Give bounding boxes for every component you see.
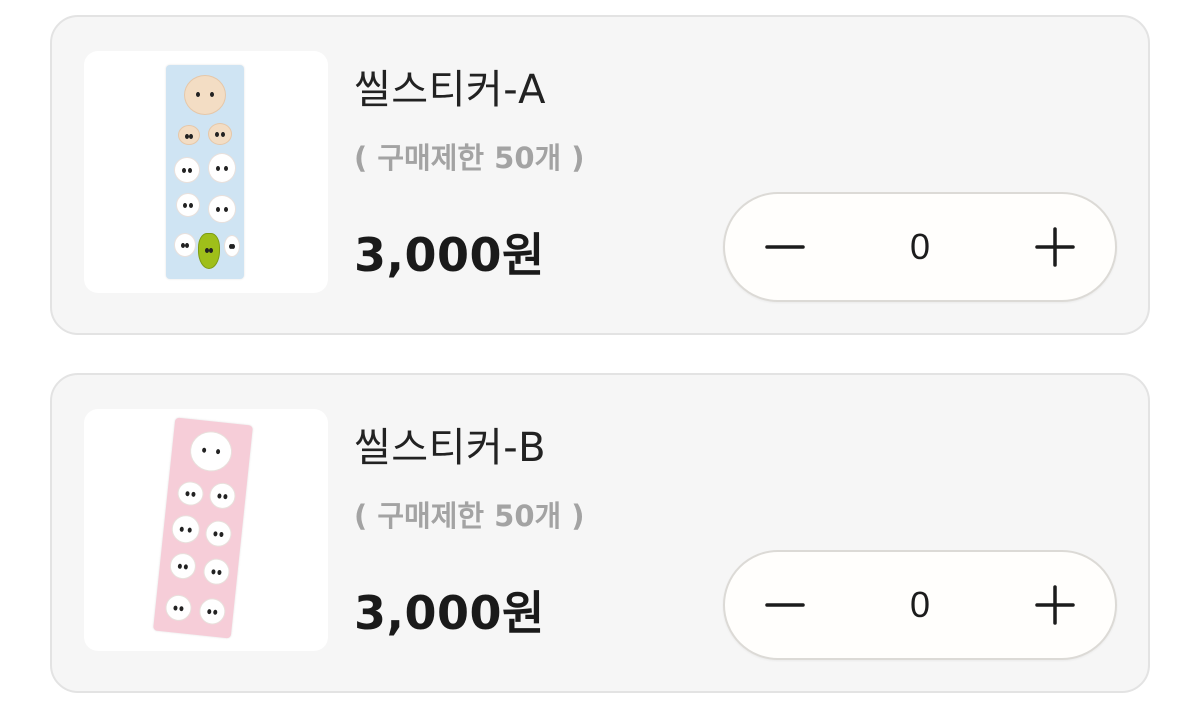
product-thumbnail[interactable]: [84, 409, 328, 651]
product-name: 씰스티커-B: [354, 425, 547, 471]
quantity-value[interactable]: 0: [855, 552, 985, 658]
minus-icon: [765, 603, 805, 607]
decrement-button[interactable]: [725, 552, 845, 658]
plus-icon: [1035, 227, 1075, 267]
sticker-sheet-image: [153, 417, 253, 639]
purchase-limit: ( 구매제한 50개 ): [354, 499, 585, 533]
minus-icon: [765, 245, 805, 249]
quantity-stepper: 0: [723, 192, 1117, 302]
decrement-button[interactable]: [725, 194, 845, 300]
product-price: 3,000원: [354, 586, 545, 640]
product-thumbnail[interactable]: [84, 51, 328, 293]
product-card: 씰스티커-B ( 구매제한 50개 ) 3,000원 0: [50, 373, 1150, 693]
increment-button[interactable]: [995, 194, 1115, 300]
product-card: 씰스티커-A ( 구매제한 50개 ) 3,000원 0: [50, 15, 1150, 335]
quantity-value[interactable]: 0: [855, 194, 985, 300]
quantity-stepper: 0: [723, 550, 1117, 660]
product-name: 씰스티커-A: [354, 67, 546, 113]
purchase-limit: ( 구매제한 50개 ): [354, 141, 585, 175]
product-price: 3,000원: [354, 228, 545, 282]
increment-button[interactable]: [995, 552, 1115, 658]
sticker-sheet-image: [166, 65, 244, 279]
plus-icon: [1035, 585, 1075, 625]
